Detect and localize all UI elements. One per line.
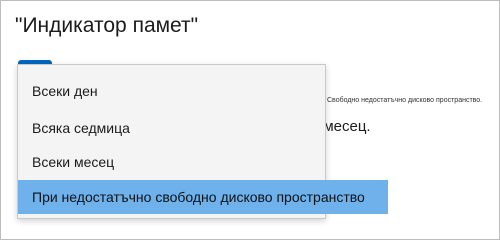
settings-window: "Индикатор памет" Свободно недостатъчно … bbox=[0, 0, 500, 240]
page-title: "Индикатор памет" bbox=[15, 14, 199, 37]
frequency-dropdown-menu: Всеки ден Всяка седмица Всеки месец При … bbox=[17, 64, 388, 219]
menu-item-every-week[interactable]: Всяка седмица bbox=[18, 111, 325, 145]
background-frequency-value: месец. bbox=[323, 118, 371, 135]
menu-item-every-day[interactable]: Всеки ден bbox=[18, 74, 325, 108]
menu-item-every-month[interactable]: Всеки месец bbox=[18, 145, 325, 179]
menu-item-low-disk-space[interactable]: При недостатъчно свободно дисково простр… bbox=[18, 180, 388, 214]
background-description-text: Свободно недостатъчно дисково пространст… bbox=[327, 97, 483, 104]
